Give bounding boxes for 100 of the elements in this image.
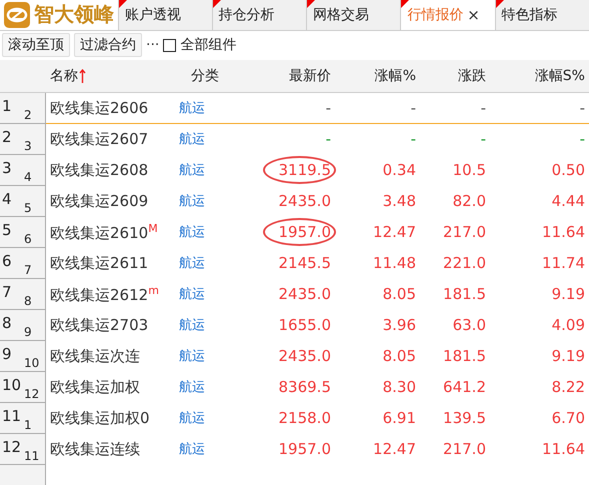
settle-percent-cell: 0.50 xyxy=(552,161,585,179)
row-number: 5 xyxy=(2,221,12,239)
contract-name: 欧线集运2609 xyxy=(50,192,148,210)
rank-number: 2 xyxy=(24,108,32,122)
row-number: 8 xyxy=(2,314,12,332)
category-cell-text: 航运 xyxy=(179,193,205,210)
category-cell-text: 航运 xyxy=(179,410,205,427)
row-number: 6 xyxy=(2,252,12,270)
change-cell: 221.0 xyxy=(443,254,486,272)
tab[interactable]: 网格交易 xyxy=(306,0,400,30)
price-cell: 1957.0 xyxy=(278,440,331,458)
row-number: 1 xyxy=(2,97,12,115)
change-percent-cell: - xyxy=(410,99,416,117)
settle-percent-cell: 8.22 xyxy=(552,378,585,396)
toolbar-button[interactable]: 过滤合约 xyxy=(74,33,142,58)
price-cell: - xyxy=(326,99,331,117)
tab[interactable]: 行情报价 × xyxy=(400,0,495,30)
category-cell-text: 航运 xyxy=(179,255,205,272)
change-cell: 641.2 xyxy=(443,378,486,396)
toolbar-button[interactable]: 滚动至顶 xyxy=(2,33,70,58)
category-cell-text: 航运 xyxy=(179,162,205,179)
category-cell-text: 航运 xyxy=(179,100,205,117)
price-cell: 3119.5 xyxy=(278,161,331,179)
close-icon[interactable]: × xyxy=(467,6,480,24)
contract-name: 欧线集运2611 xyxy=(50,254,148,272)
settle-percent-cell: - xyxy=(580,130,585,148)
category-cell-text: 航运 xyxy=(179,131,205,148)
change-cell: - xyxy=(480,99,486,117)
settle-percent-cell: 6.70 xyxy=(552,409,585,427)
contract-name: 欧线集运2608 xyxy=(50,160,148,180)
price-cell: - xyxy=(326,130,331,148)
rank-number: 10 xyxy=(24,356,40,370)
row-number: 10 xyxy=(2,376,22,394)
settle-percent-cell: - xyxy=(580,99,585,117)
change-percent-cell: 8.30 xyxy=(382,378,416,396)
rank-number: 11 xyxy=(24,449,40,463)
rank-number: 3 xyxy=(24,139,32,153)
settle-percent-cell: 4.44 xyxy=(552,192,585,210)
rank-number: 6 xyxy=(24,232,32,246)
contract-name: 欧线集运次连 xyxy=(50,346,140,366)
settle-percent-cell: 9.19 xyxy=(552,347,585,365)
change-cell: 217.0 xyxy=(443,223,486,241)
change-cell: 181.5 xyxy=(443,347,486,365)
change-cell: 63.0 xyxy=(452,316,486,334)
rank-number: 4 xyxy=(24,170,32,184)
category-cell-text: 航运 xyxy=(179,441,205,458)
row-number: 2 xyxy=(2,128,12,146)
change-percent-cell: 6.91 xyxy=(382,409,416,427)
change-percent-cell: - xyxy=(410,130,416,148)
contract-name: 欧线集运2607 xyxy=(50,130,148,148)
change-percent-cell: 3.48 xyxy=(382,192,416,210)
change-cell: 217.0 xyxy=(443,440,486,458)
change-percent-cell: 11.48 xyxy=(373,254,416,272)
change-percent-cell: 8.05 xyxy=(382,347,416,365)
settle-percent-cell: 11.64 xyxy=(542,440,585,458)
category-cell-text: 航运 xyxy=(179,224,205,241)
change-cell: 10.5 xyxy=(452,161,486,179)
change-percent-cell: 8.05 xyxy=(382,285,416,303)
price-cell: 2158.0 xyxy=(278,409,331,427)
contract-name: 欧线集运连续 xyxy=(50,440,140,458)
price-cell: 2435.0 xyxy=(278,192,331,210)
rank-number: 1 xyxy=(24,418,32,432)
rank-number: 9 xyxy=(24,325,32,339)
category-cell-text: 航运 xyxy=(179,286,205,303)
category-cell-text: 航运 xyxy=(179,379,205,396)
row-number: 7 xyxy=(2,283,12,301)
category-cell-text: 航运 xyxy=(179,317,205,334)
row-number: 3 xyxy=(2,159,12,177)
contract-name: 欧线集运2703 xyxy=(50,316,148,334)
price-cell: 1655.0 xyxy=(278,316,331,334)
contract-name: 欧线集运2606 xyxy=(50,98,148,118)
contract-name: 欧线集运加权0 xyxy=(50,408,150,428)
change-cell: - xyxy=(480,130,486,148)
rank-number: 5 xyxy=(24,201,32,215)
row-number: 12 xyxy=(2,438,22,456)
price-cell: 1957.0 xyxy=(278,223,331,241)
category-cell-text: 航运 xyxy=(179,348,205,365)
price-cell: 2145.5 xyxy=(278,254,331,272)
change-percent-cell: 3.96 xyxy=(382,316,416,334)
price-cell: 2435.0 xyxy=(278,285,331,303)
contract-name: 欧线集运加权 xyxy=(50,378,140,396)
settle-percent-cell: 11.64 xyxy=(542,223,585,241)
column-header[interactable]: 名称 xyxy=(50,67,78,85)
price-cell: 2435.0 xyxy=(278,347,331,365)
change-cell: 139.5 xyxy=(443,409,486,427)
contract-name: 欧线集运2610$^{M}$ xyxy=(50,222,158,242)
checkbox[interactable] xyxy=(163,38,176,52)
change-percent-cell: 12.47 xyxy=(373,223,416,241)
settle-percent-cell: 11.74 xyxy=(542,254,585,272)
row-number: 9 xyxy=(2,345,12,363)
rank-number: 12 xyxy=(24,387,40,401)
settle-percent-cell: 9.19 xyxy=(552,285,585,303)
change-percent-cell: 12.47 xyxy=(373,440,416,458)
change-cell: 181.5 xyxy=(443,285,486,303)
checkbox-label: 全部组件 xyxy=(180,36,236,54)
price-cell: 8369.5 xyxy=(278,378,331,396)
more-button[interactable]: ··· xyxy=(146,37,160,54)
change-cell: 82.0 xyxy=(452,192,486,210)
row-number: 4 xyxy=(2,190,12,208)
rank-number: 7 xyxy=(24,263,32,277)
